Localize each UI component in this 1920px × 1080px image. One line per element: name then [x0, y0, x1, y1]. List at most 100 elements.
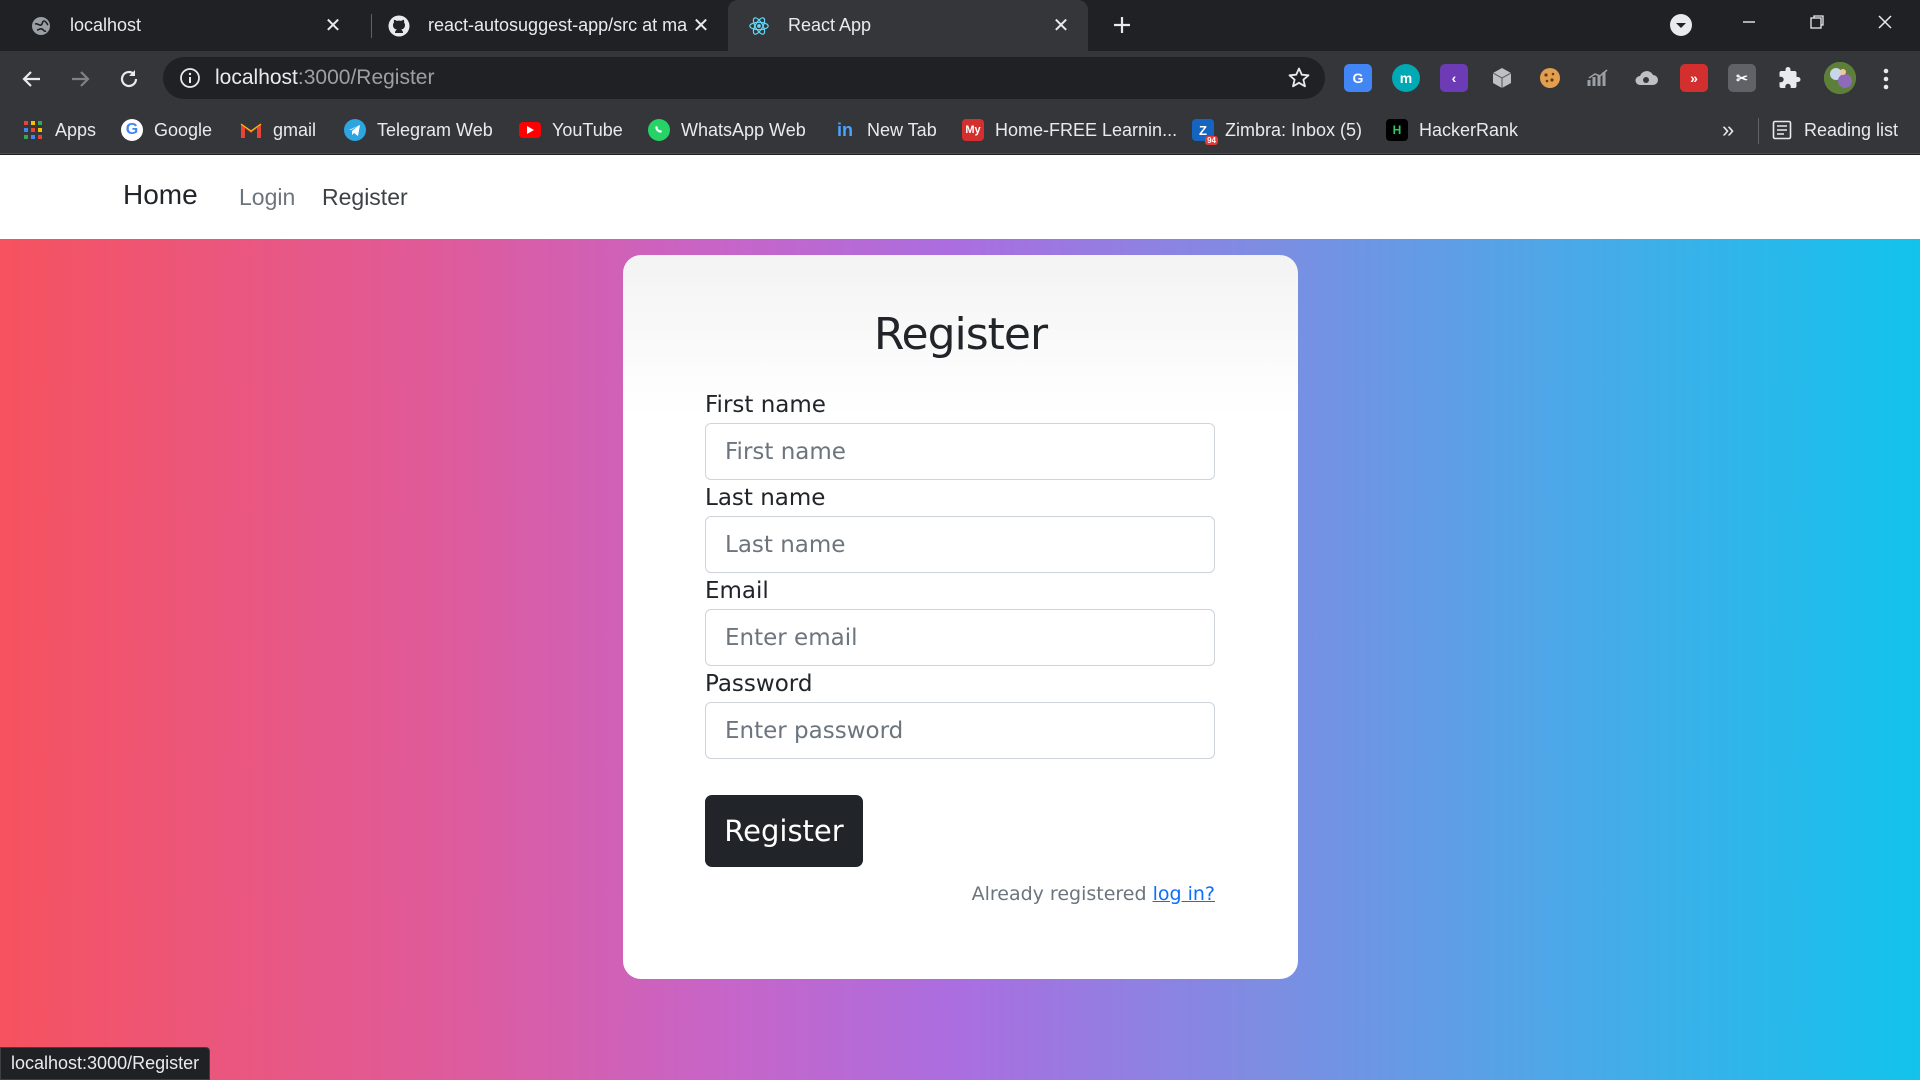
close-tab-icon[interactable]: ✕: [1048, 13, 1074, 39]
tab-search-button[interactable]: [1661, 5, 1701, 45]
login-link[interactable]: log in?: [1153, 883, 1215, 905]
bookmark-telegram[interactable]: Telegram Web: [344, 106, 493, 154]
profile-avatar[interactable]: [1824, 62, 1856, 94]
puzzle-icon[interactable]: [1776, 64, 1804, 92]
bookmark-whatsapp[interactable]: WhatsApp Web: [648, 106, 806, 154]
purple-extension-icon[interactable]: ‹: [1440, 64, 1468, 92]
bookmark-google[interactable]: G Google: [121, 106, 212, 154]
minimize-button[interactable]: [1714, 0, 1784, 44]
already-registered-label: Already registered: [971, 883, 1147, 905]
tab-localhost[interactable]: localhost ✕: [0, 0, 360, 51]
tab-strip: localhost ✕ react-autosuggest-app/src at…: [0, 0, 1920, 51]
page-viewport: Home Login Register Register First name …: [0, 155, 1920, 1080]
plus-icon: [1114, 17, 1130, 33]
tab-title: react-autosuggest-app/src at ma: [428, 15, 688, 35]
url-host: localhost: [215, 66, 298, 89]
whatsapp-icon: [648, 119, 670, 141]
url-text: localhost:3000/Register: [215, 66, 434, 90]
bookmark-label: Zimbra: Inbox (5): [1225, 119, 1363, 140]
gmail-icon: [240, 119, 262, 141]
reading-list-button[interactable]: Reading list: [1771, 106, 1898, 154]
bookmark-star-icon[interactable]: [1287, 66, 1311, 90]
form-title: Register: [873, 309, 1048, 360]
site-navbar: Home Login Register: [0, 155, 1920, 239]
chevron-down-circle-icon: [1670, 14, 1692, 36]
youtube-icon: [519, 122, 541, 138]
github-icon: [388, 15, 410, 37]
close-tab-icon[interactable]: ✕: [320, 13, 346, 39]
tab-github[interactable]: react-autosuggest-app/src at ma ✕: [360, 0, 728, 51]
bookmark-label: Google: [154, 119, 213, 140]
bookmark-label: gmail: [273, 119, 317, 140]
tab-title: React App: [788, 15, 872, 35]
cookie-extension-icon[interactable]: [1536, 64, 1564, 92]
bookmark-apps[interactable]: Apps: [22, 106, 96, 154]
my-icon: My: [962, 119, 984, 141]
bookmarks-separator: [1758, 118, 1759, 144]
google-translate-extension-icon[interactable]: G: [1344, 64, 1372, 92]
nav-login-link[interactable]: Login: [239, 184, 295, 211]
reload-icon: [120, 70, 138, 88]
react-icon: [748, 15, 770, 37]
bookmarks-overflow-button[interactable]: »: [1722, 117, 1734, 143]
forward-button[interactable]: [60, 59, 100, 99]
bookmark-label: Apps: [55, 119, 97, 140]
bookmark-youtube[interactable]: YouTube: [519, 106, 623, 154]
close-tab-icon[interactable]: ✕: [688, 13, 714, 39]
info-icon[interactable]: [179, 67, 201, 89]
reading-list-icon: [1771, 119, 1793, 141]
red-extension-icon[interactable]: »: [1680, 64, 1708, 92]
tab-title: localhost: [70, 15, 142, 35]
linkedin-icon: in: [837, 119, 853, 140]
password-input[interactable]: [705, 702, 1215, 759]
bookmark-label: Home-FREE Learnin...: [995, 119, 1178, 140]
bookmark-label: New Tab: [867, 119, 937, 140]
arrow-right-icon: [72, 71, 90, 87]
bookmark-hackerrank[interactable]: H HackerRank: [1386, 106, 1518, 154]
m-extension-icon[interactable]: m: [1392, 64, 1420, 92]
bookmark-label: HackerRank: [1419, 119, 1519, 140]
reading-list-label: Reading list: [1804, 119, 1899, 140]
bookmark-label: YouTube: [552, 119, 623, 140]
apps-grid-icon: [22, 119, 44, 141]
first-name-input[interactable]: [705, 423, 1215, 480]
cloud-extension-icon[interactable]: [1632, 64, 1660, 92]
bookmarks-bar: Apps G Google gmail Telegram Web YouTube…: [0, 106, 1920, 154]
close-window-button[interactable]: [1850, 0, 1920, 44]
last-name-input[interactable]: [705, 516, 1215, 573]
bookmark-label: WhatsApp Web: [681, 119, 806, 140]
bookmark-home-free-learning[interactable]: My Home-FREE Learnin...: [962, 106, 1177, 154]
arrow-left-icon: [22, 71, 40, 87]
chrome-menu-button[interactable]: [1866, 59, 1906, 99]
already-registered-text: Already registered log in?: [972, 883, 1215, 905]
cube-extension-icon[interactable]: [1488, 64, 1516, 92]
password-label: Password: [705, 671, 813, 697]
register-submit-button[interactable]: Register: [705, 795, 863, 867]
last-name-label: Last name: [705, 485, 826, 511]
tab-react-app[interactable]: React App ✕: [728, 0, 1088, 51]
globe-icon: [30, 15, 52, 37]
scissors-extension-icon[interactable]: ✂: [1728, 64, 1756, 92]
register-card: Register First name Last name Email Pass…: [623, 255, 1298, 979]
bookmark-zimbra[interactable]: Z 94 Zimbra: Inbox (5): [1192, 106, 1362, 154]
reload-button[interactable]: [109, 59, 149, 99]
bookmark-label: Telegram Web: [377, 119, 493, 140]
google-icon: G: [121, 119, 143, 141]
status-bar: localhost:3000/Register: [0, 1047, 211, 1080]
zimbra-icon: Z 94: [1192, 119, 1218, 145]
new-tab-button[interactable]: [1106, 9, 1138, 41]
kebab-menu-icon: [1883, 68, 1889, 90]
bookmark-new-tab[interactable]: in New Tab: [834, 106, 937, 154]
bookmark-gmail[interactable]: gmail: [240, 106, 316, 154]
chart-extension-icon[interactable]: [1584, 64, 1612, 92]
restore-button[interactable]: [1782, 0, 1852, 44]
email-input[interactable]: [705, 609, 1215, 666]
address-bar[interactable]: localhost:3000/Register: [163, 57, 1325, 99]
back-button[interactable]: [12, 59, 52, 99]
email-label: Email: [705, 578, 769, 604]
url-path: :3000/Register: [297, 66, 435, 89]
browser-toolbar: localhost:3000/Register G m ‹ » ✂: [0, 51, 1920, 106]
first-name-label: First name: [705, 392, 826, 418]
nav-register-link[interactable]: Register: [322, 184, 408, 211]
nav-home-link[interactable]: Home: [123, 179, 198, 211]
